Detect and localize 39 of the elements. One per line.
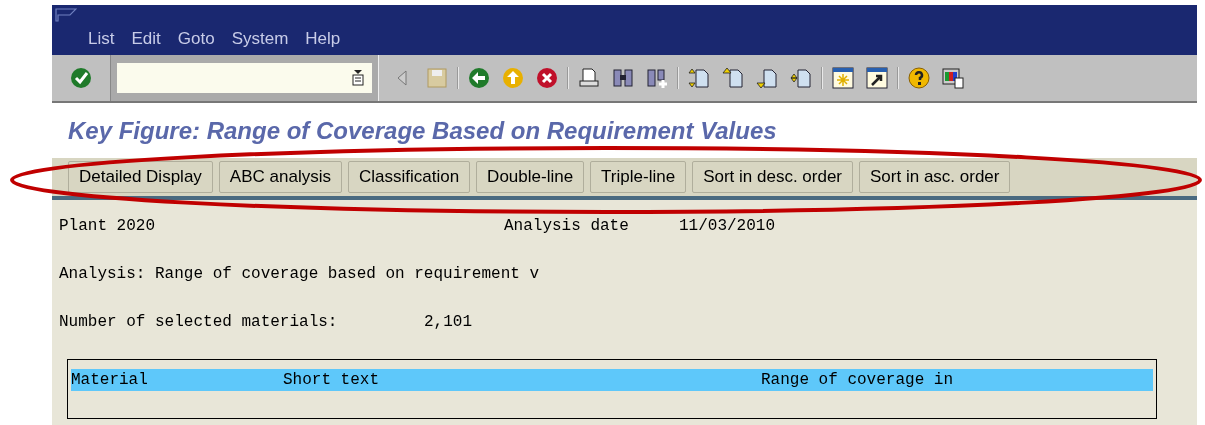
enter-check-icon[interactable] xyxy=(69,66,93,90)
dropdown-history-icon[interactable] xyxy=(352,70,364,86)
plant-text: Plant 2020 xyxy=(59,216,156,236)
column-header: Material xyxy=(71,370,149,390)
cancel-icon[interactable] xyxy=(535,66,559,90)
count-value: 2,101 xyxy=(424,312,472,332)
new-session-icon[interactable] xyxy=(831,66,855,90)
binoculars-icon[interactable] xyxy=(611,66,635,90)
toolbar-button[interactable]: Sort in desc. order xyxy=(692,161,854,193)
menu-item[interactable]: Goto xyxy=(177,25,215,51)
toolbar-button[interactable]: Sort in asc. order xyxy=(859,161,1011,193)
layout-icon[interactable] xyxy=(941,66,965,90)
back-icon[interactable] xyxy=(467,66,491,90)
shortcut-icon[interactable] xyxy=(865,66,889,90)
analysis-text: Analysis: Range of coverage based on requirement v xyxy=(59,265,540,283)
menu-item[interactable]: System xyxy=(231,25,289,51)
next-page-icon[interactable] xyxy=(755,66,779,90)
analysis-date-value: 11/03/2010 xyxy=(679,216,775,236)
previous-page-icon[interactable] xyxy=(721,66,745,90)
column-header: Short text xyxy=(283,370,380,390)
menu-item[interactable]: Help xyxy=(305,25,341,51)
menu-item[interactable]: Edit xyxy=(131,25,161,51)
analysis-date-label: Analysis date xyxy=(504,216,630,236)
toolbar-button[interactable]: ABC analysis xyxy=(218,161,342,193)
last-page-icon[interactable] xyxy=(789,66,813,90)
page-title: Key Figure: Range of Coverage Based on Requirement Values xyxy=(68,115,777,146)
binoculars-plus-icon[interactable] xyxy=(645,66,669,90)
toolbar-button[interactable]: Triple-line xyxy=(590,161,687,193)
toolbar-button[interactable]: Detailed Display xyxy=(68,161,213,193)
help-icon[interactable] xyxy=(907,66,931,90)
toolbar-button[interactable]: Classification xyxy=(347,161,471,193)
column-header: Range of coverage in xyxy=(761,370,954,390)
command-field[interactable] xyxy=(117,63,372,93)
first-page-icon[interactable] xyxy=(687,66,711,90)
menu-item[interactable]: List xyxy=(88,25,115,51)
toolbar-button[interactable]: Double-line xyxy=(476,161,585,193)
print-icon[interactable] xyxy=(577,66,601,90)
window-menu-icon[interactable] xyxy=(55,8,77,22)
count-label: Number of selected materials: xyxy=(59,312,339,332)
